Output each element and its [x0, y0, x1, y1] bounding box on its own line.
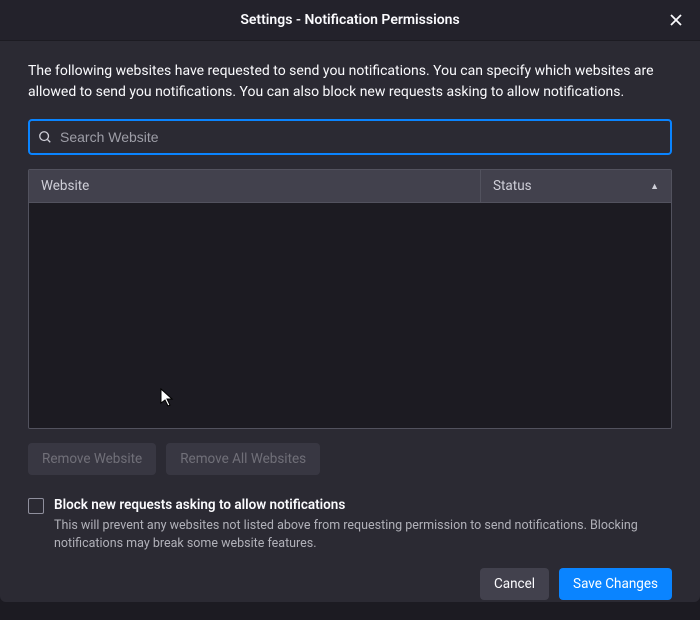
remove-website-button[interactable]: Remove Website [28, 443, 156, 475]
dialog-body: The following websites have requested to… [0, 41, 700, 620]
block-new-requests-content: Block new requests asking to allow notif… [54, 497, 672, 552]
table-header: Website Status ▲ [29, 170, 671, 203]
dialog-header: Settings - Notification Permissions [0, 0, 700, 41]
dialog-footer: Cancel Save Changes [28, 568, 672, 600]
block-new-requests-checkbox[interactable] [28, 498, 44, 514]
settings-dialog: Settings - Notification Permissions The … [0, 0, 700, 602]
close-icon [669, 13, 683, 27]
cancel-button[interactable]: Cancel [480, 568, 549, 600]
block-new-requests-section: Block new requests asking to allow notif… [28, 497, 672, 552]
close-button[interactable] [664, 8, 688, 32]
dialog-title: Settings - Notification Permissions [240, 12, 459, 28]
dialog-description: The following websites have requested to… [28, 61, 672, 103]
website-table: Website Status ▲ [28, 169, 672, 429]
block-new-requests-help: This will prevent any websites not liste… [54, 517, 672, 552]
column-header-status-label: Status [493, 178, 532, 194]
remove-all-websites-button[interactable]: Remove All Websites [166, 443, 320, 475]
column-header-status[interactable]: Status ▲ [481, 170, 671, 202]
search-input[interactable] [28, 119, 672, 155]
search-wrapper [28, 119, 672, 155]
table-body [29, 203, 671, 428]
save-changes-button[interactable]: Save Changes [559, 568, 672, 600]
column-header-website[interactable]: Website [29, 170, 481, 202]
block-new-requests-label: Block new requests asking to allow notif… [54, 497, 672, 513]
sort-arrow-icon: ▲ [650, 181, 659, 192]
row-actions: Remove Website Remove All Websites [28, 443, 672, 475]
